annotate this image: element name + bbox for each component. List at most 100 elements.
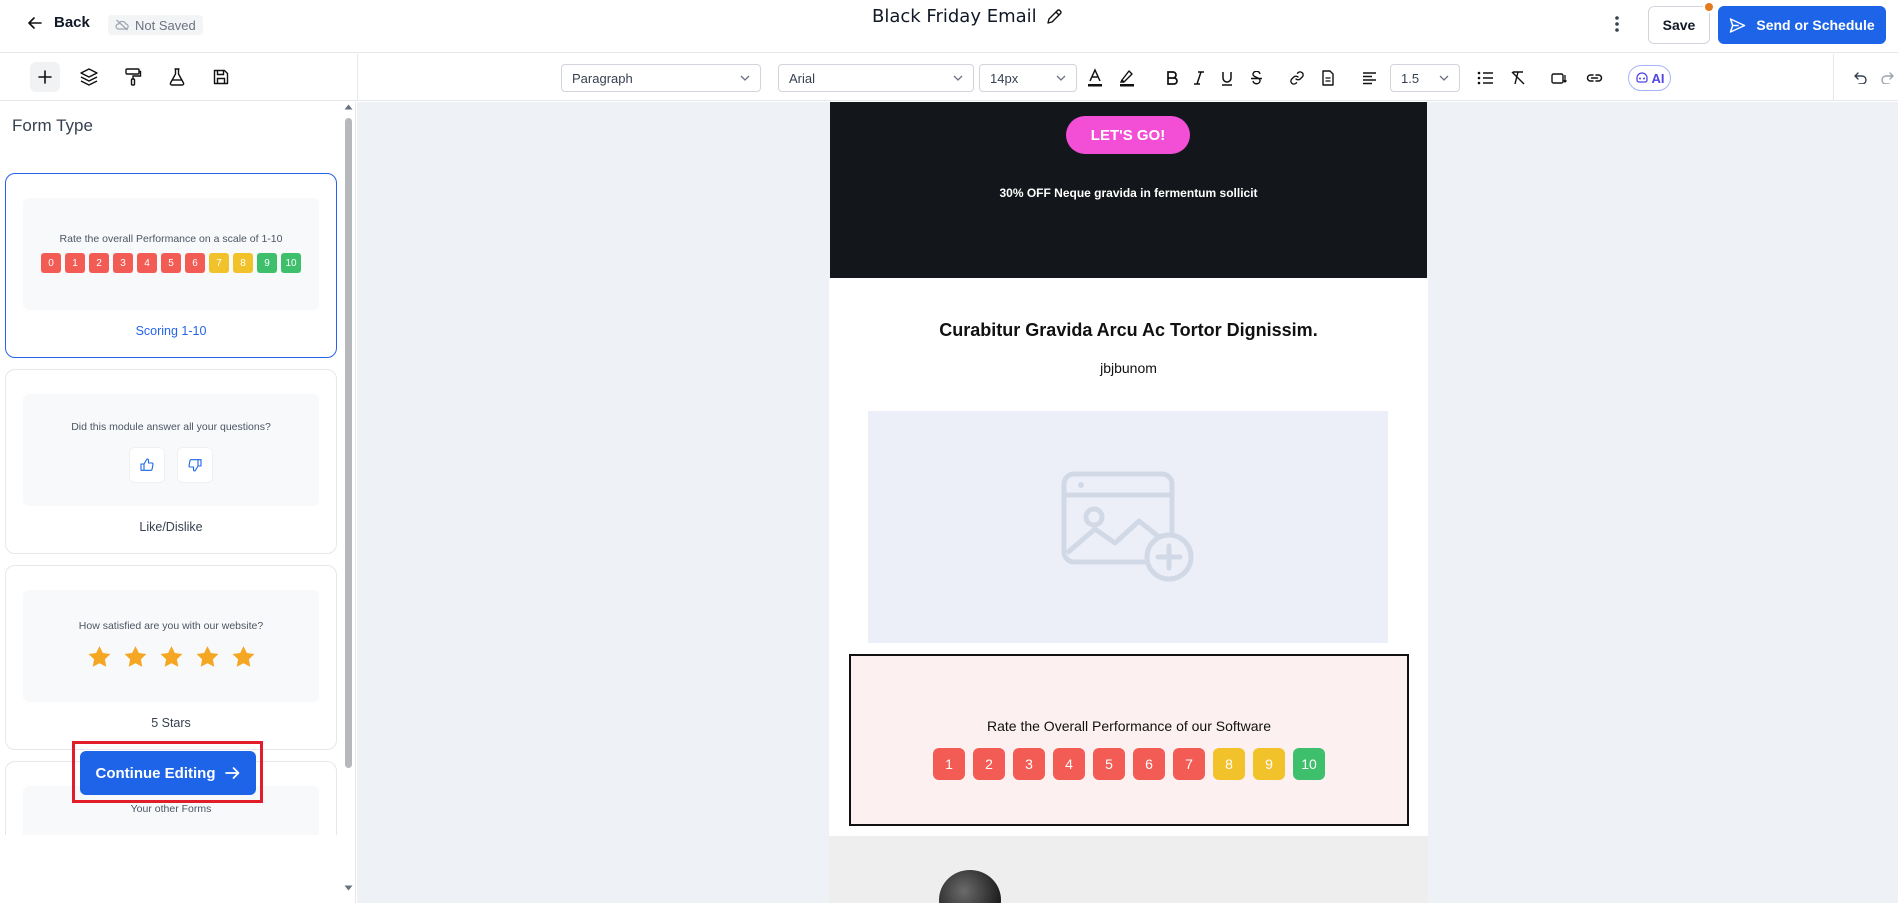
rating-option[interactable]: 1	[933, 748, 965, 780]
mini-score: 7	[209, 253, 229, 273]
rating-option[interactable]: 6	[1133, 748, 1165, 780]
line-height-value: 1.5	[1401, 70, 1420, 86]
mini-score-row: 0 1 2 3 4 5 6 7 8 9 10	[23, 253, 319, 273]
plus-icon	[37, 69, 53, 85]
sidebar-footer	[0, 835, 343, 903]
bullet-list-button[interactable]	[1474, 67, 1496, 89]
email-subtext[interactable]: jbjbunom	[829, 360, 1428, 376]
italic-button[interactable]	[1188, 67, 1210, 89]
block-type-value: Paragraph	[572, 70, 633, 86]
mini-score: 3	[113, 253, 133, 273]
more-options-icon[interactable]	[1614, 14, 1620, 34]
card-question: Your other Forms	[130, 803, 212, 815]
cta-button[interactable]: LET'S GO!	[1066, 116, 1190, 154]
back-button[interactable]: Back	[28, 14, 90, 31]
scrollbar-thumb[interactable]	[345, 118, 352, 768]
layers-button[interactable]	[74, 62, 104, 92]
bold-button[interactable]	[1161, 67, 1183, 89]
strikethrough-icon	[1250, 70, 1263, 86]
card-label: 5 Stars	[151, 716, 191, 730]
bold-icon	[1166, 71, 1178, 85]
editor-toolbar: Paragraph Arial 14px 1.5 AI	[0, 54, 1898, 101]
content-section: Curabitur Gravida Arcu Ac Tortor Digniss…	[829, 278, 1428, 836]
redo-button[interactable]	[1880, 67, 1898, 89]
thumb-buttons	[23, 447, 319, 483]
test-button[interactable]	[162, 62, 192, 92]
continue-editing-button[interactable]: Continue Editing	[80, 751, 256, 795]
document-icon	[1321, 70, 1335, 86]
mini-score: 9	[257, 253, 277, 273]
rating-option[interactable]: 5	[1093, 748, 1125, 780]
save-template-button[interactable]	[206, 62, 236, 92]
ai-brain-icon	[1635, 72, 1649, 84]
mini-score: 0	[41, 253, 61, 273]
scroll-down-arrow-icon[interactable]	[344, 885, 353, 891]
save-button[interactable]: Save	[1648, 6, 1710, 44]
add-block-button[interactable]	[30, 62, 60, 92]
form-type-card-scoring[interactable]: Rate the overall Performance on a scale …	[5, 173, 337, 358]
arrow-right-icon	[225, 766, 240, 780]
email-canvas: LET'S GO! 30% OFF Neque gravida in ferme…	[357, 102, 1898, 903]
hero-section[interactable]: LET'S GO! 30% OFF Neque gravida in ferme…	[830, 102, 1427, 278]
email-heading[interactable]: Curabitur Gravida Arcu Ac Tortor Digniss…	[829, 320, 1428, 341]
rating-option[interactable]: 9	[1253, 748, 1285, 780]
save-status-badge: Not Saved	[108, 15, 203, 35]
insert-link-button[interactable]	[1286, 67, 1308, 89]
text-color-button[interactable]	[1084, 67, 1106, 89]
unsaved-indicator-dot	[1703, 1, 1715, 13]
strikethrough-button[interactable]	[1245, 67, 1267, 89]
merge-field-button[interactable]	[1317, 67, 1339, 89]
redo-icon	[1881, 72, 1897, 84]
document-title[interactable]: Black Friday Email	[872, 6, 1063, 27]
text-direction-icon	[1550, 71, 1568, 86]
line-height-select[interactable]: 1.5	[1390, 64, 1460, 92]
continue-editing-label: Continue Editing	[95, 764, 216, 782]
cloud-off-icon	[115, 19, 129, 31]
highlight-color-button[interactable]	[1116, 67, 1138, 89]
scroll-up-arrow-icon[interactable]	[344, 104, 353, 110]
rating-option[interactable]: 2	[973, 748, 1005, 780]
layers-icon	[79, 67, 99, 87]
sidebar-scrollbar[interactable]	[343, 102, 353, 903]
paint-roller-icon	[123, 67, 143, 87]
underline-button[interactable]	[1216, 67, 1238, 89]
rating-option[interactable]: 3	[1013, 748, 1045, 780]
font-family-select[interactable]: Arial	[778, 64, 974, 92]
ai-label: AI	[1651, 70, 1665, 86]
mini-score: 6	[185, 253, 205, 273]
pencil-icon[interactable]	[1045, 8, 1063, 26]
text-align-button[interactable]	[1358, 67, 1380, 89]
font-family-value: Arial	[789, 70, 816, 86]
rating-form-block[interactable]: Rate the Overall Performance of our Soft…	[849, 654, 1409, 826]
send-or-schedule-label: Send or Schedule	[1756, 17, 1875, 33]
rating-scale: 1 2 3 4 5 6 7 8 9 10	[851, 748, 1407, 780]
thumbs-up-icon	[129, 447, 165, 483]
add-image-icon	[1061, 471, 1195, 583]
styles-button[interactable]	[118, 62, 148, 92]
underline-icon	[1221, 71, 1233, 86]
rating-option[interactable]: 7	[1173, 748, 1205, 780]
card-label: Scoring 1-10	[135, 324, 207, 338]
back-label: Back	[54, 14, 90, 31]
ai-assist-button[interactable]: AI	[1628, 65, 1671, 91]
rating-option[interactable]: 10	[1293, 748, 1325, 780]
undo-button[interactable]	[1848, 67, 1870, 89]
image-section[interactable]	[829, 836, 1428, 903]
image-placeholder[interactable]	[868, 411, 1388, 643]
card-question: Rate the overall Performance on a scale …	[59, 233, 283, 245]
clear-formatting-button[interactable]	[1507, 67, 1529, 89]
unlink-button[interactable]	[1583, 67, 1605, 89]
form-type-card-5-stars[interactable]: How satisfied are you with our website? …	[5, 565, 337, 750]
send-or-schedule-button[interactable]: Send or Schedule	[1718, 6, 1886, 44]
form-type-card-like-dislike[interactable]: Did this module answer all your question…	[5, 369, 337, 554]
chevron-down-icon	[1439, 75, 1449, 81]
rating-option[interactable]: 8	[1213, 748, 1245, 780]
rating-option[interactable]: 4	[1053, 748, 1085, 780]
text-direction-button[interactable]	[1548, 67, 1570, 89]
promo-text[interactable]: 30% OFF Neque gravida in fermentum solli…	[830, 186, 1427, 200]
card-question: How satisfied are you with our website?	[78, 620, 264, 632]
font-size-select[interactable]: 14px	[979, 64, 1077, 92]
link-icon	[1289, 70, 1305, 86]
card-question: Did this module answer all your question…	[71, 421, 271, 433]
block-type-select[interactable]: Paragraph	[561, 64, 761, 92]
